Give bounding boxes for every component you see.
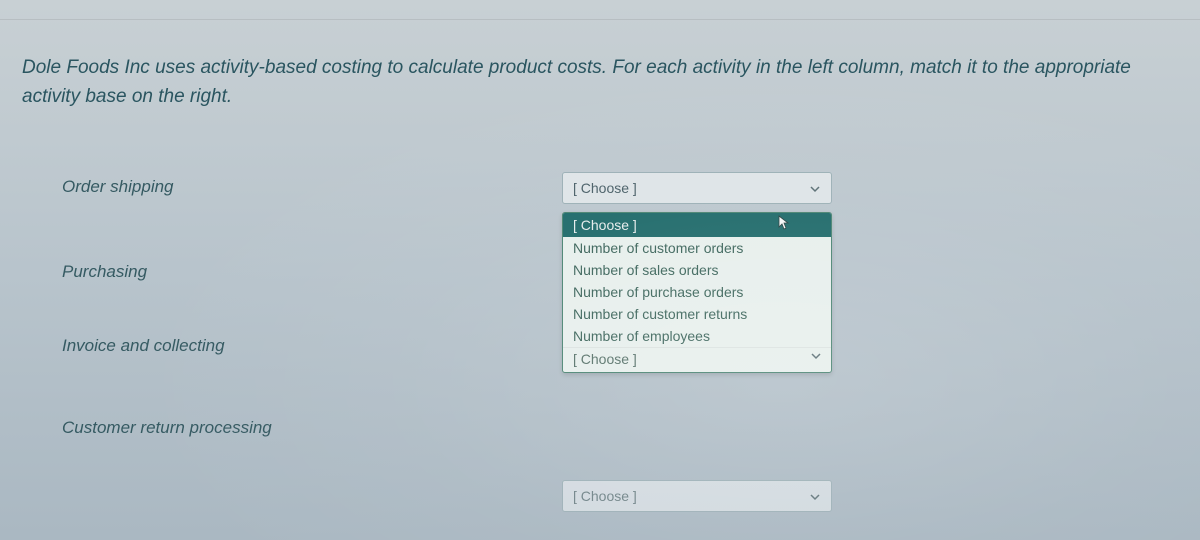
question-prompt: Dole Foods Inc uses activity-based costi… (0, 54, 1200, 111)
activity-purchasing: Purchasing (62, 262, 147, 282)
dropdown-footer-label: [ Choose ] (573, 351, 637, 367)
top-divider (0, 12, 1200, 20)
dropdown-footer[interactable]: [ Choose ] (563, 347, 831, 372)
option-customer-returns[interactable]: Number of customer returns (563, 303, 831, 325)
activity-order-shipping: Order shipping (62, 177, 174, 197)
option-purchase-orders[interactable]: Number of purchase orders (563, 281, 831, 303)
cursor-icon (777, 215, 791, 234)
dropdown-header-label: [ Choose ] (573, 217, 637, 233)
dropdown-header[interactable]: [ Choose ] (563, 213, 831, 237)
select-order-shipping[interactable]: [ Choose ] (562, 172, 832, 204)
option-customer-orders[interactable]: Number of customer orders (563, 237, 831, 259)
select-value: [ Choose ] (573, 180, 637, 196)
select-customer-return[interactable]: [ Choose ] (562, 480, 832, 512)
select-value: [ Choose ] (573, 488, 637, 504)
select-purchasing-open[interactable]: [ Choose ] Number of customer orders Num… (562, 212, 832, 373)
chevron-down-icon (809, 182, 821, 194)
chevron-down-icon (809, 490, 821, 502)
activity-invoice-collecting: Invoice and collecting (62, 336, 225, 356)
activity-customer-return: Customer return processing (62, 418, 272, 438)
option-sales-orders[interactable]: Number of sales orders (563, 259, 831, 281)
chevron-down-icon (810, 349, 822, 365)
option-employees[interactable]: Number of employees (563, 325, 831, 347)
